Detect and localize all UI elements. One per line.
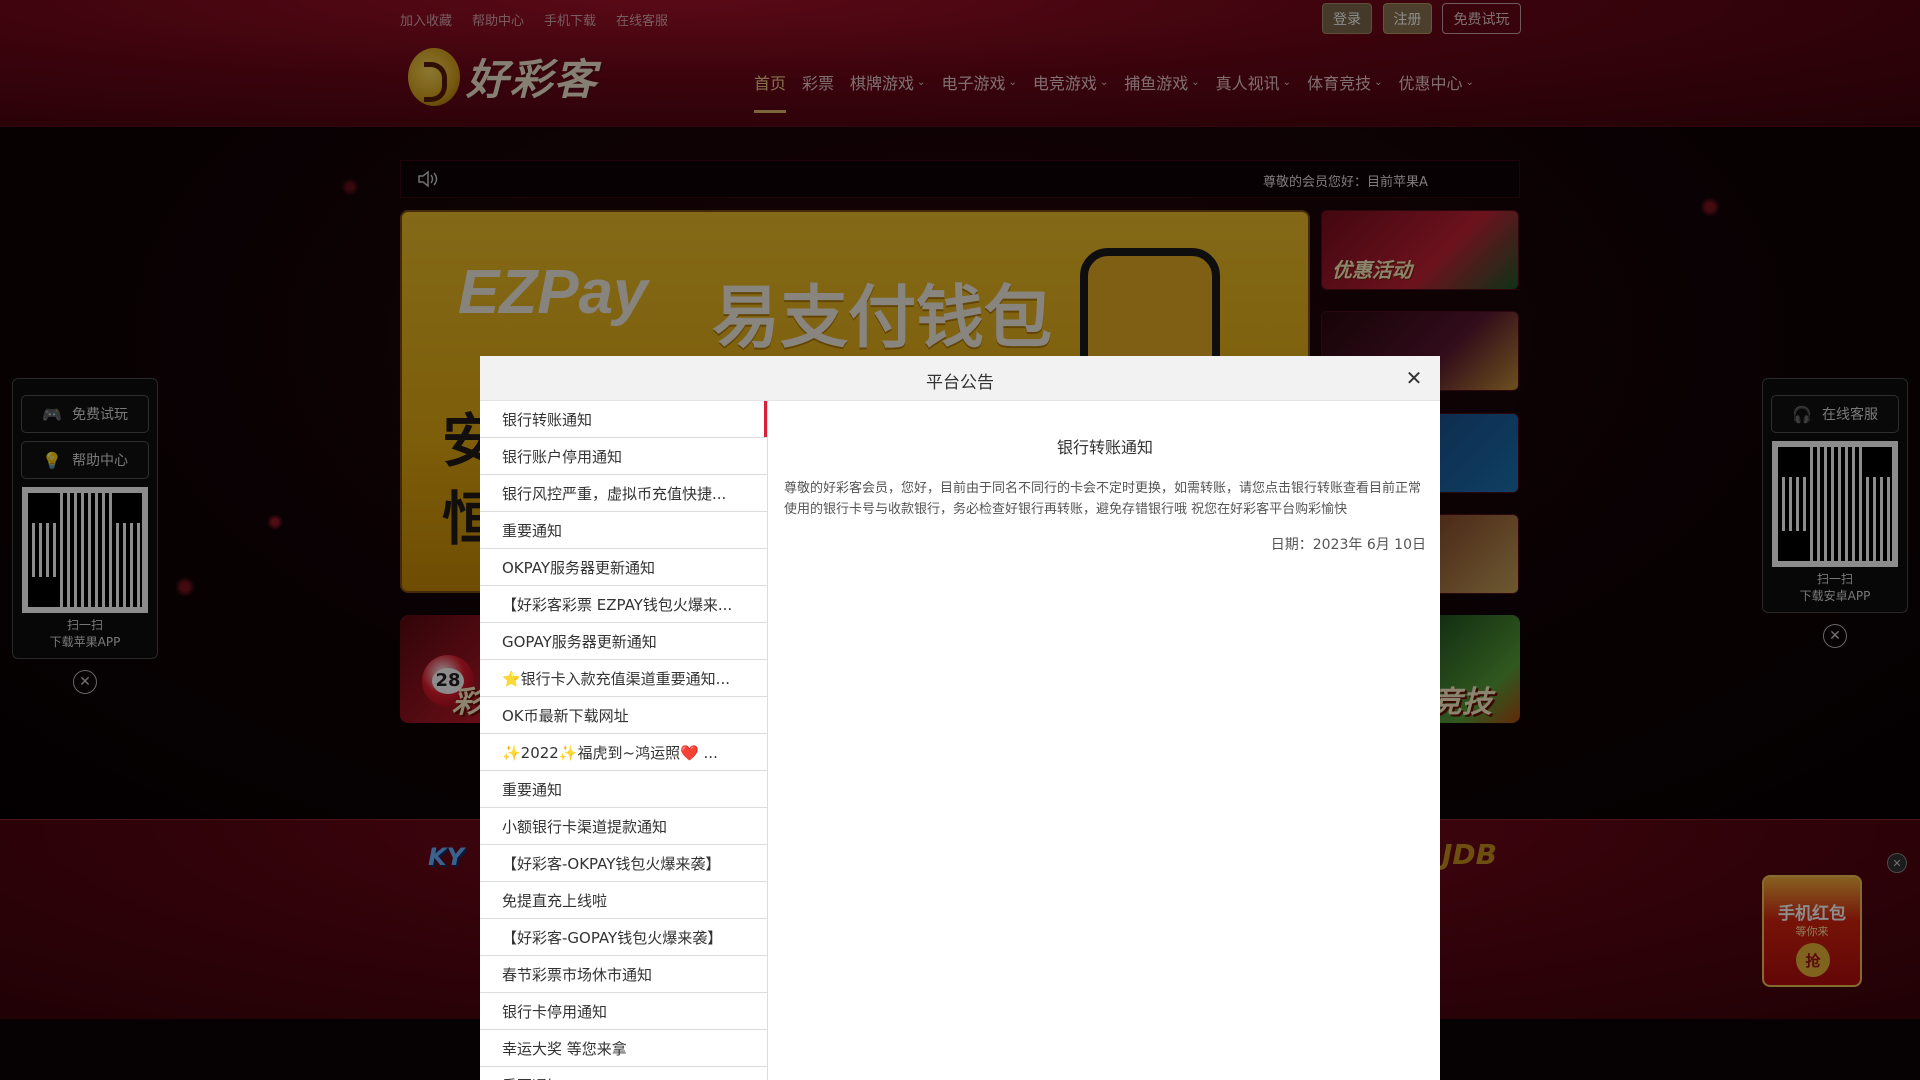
notice-list-item[interactable]: 银行转账通知: [480, 401, 767, 438]
modal-title: 平台公告: [926, 373, 994, 393]
notice-list: 银行转账通知 银行账户停用通知 银行风控严重，虚拟币充值快捷... 重要通知 OKPAY…: [480, 401, 768, 1080]
notice-list-item[interactable]: 重要通知: [480, 1067, 767, 1080]
notice-list-item[interactable]: 春节彩票市场休市通知: [480, 956, 767, 993]
notice-list-item[interactable]: 银行风控严重，虚拟币充值快捷...: [480, 475, 767, 512]
notice-list-item[interactable]: 幸运大奖 等您来拿: [480, 1030, 767, 1067]
notice-list-item[interactable]: OK币最新下载网址: [480, 697, 767, 734]
notice-list-item[interactable]: 免提直充上线啦: [480, 882, 767, 919]
notice-list-item[interactable]: OKPAY服务器更新通知: [480, 549, 767, 586]
notice-list-item[interactable]: 【好彩客-GOPAY钱包火爆来袭】: [480, 919, 767, 956]
notice-list-item[interactable]: GOPAY服务器更新通知: [480, 623, 767, 660]
notice-list-item[interactable]: 银行卡停用通知: [480, 993, 767, 1030]
close-icon[interactable]: ✕: [1404, 368, 1424, 388]
notice-body: 尊敬的好彩客会员，您好，目前由于同名不同行的卡会不定时更换，如需转账，请您点击银…: [784, 481, 1422, 517]
notice-list-item[interactable]: 重要通知: [480, 771, 767, 808]
notice-title: 银行转账通知: [1056, 438, 1153, 457]
notice-list-item[interactable]: ✨2022✨福虎到~鸿运照❤️ ...: [480, 734, 767, 771]
notice-list-item[interactable]: ⭐银行卡入款充值渠道重要通知...: [480, 660, 767, 697]
notice-content: 银行转账通知 尊敬的好彩客会员，您好，目前由于同名不同行的卡会不定时更换，如需转…: [784, 401, 1426, 554]
notice-list-item[interactable]: 【好彩客-OKPAY钱包火爆来袭】: [480, 845, 767, 882]
modal-header: 平台公告 ✕: [480, 356, 1440, 401]
notice-list-item[interactable]: 重要通知: [480, 512, 767, 549]
notice-date: 日期：2023年 6月 10日: [1270, 537, 1426, 553]
notice-list-item[interactable]: 小额银行卡渠道提款通知: [480, 808, 767, 845]
notice-list-item[interactable]: 银行账户停用通知: [480, 438, 767, 475]
notice-list-item[interactable]: 【好彩客彩票 EZPAY钱包火爆来...: [480, 586, 767, 623]
announcement-modal: 平台公告 ✕ 银行转账通知 银行账户停用通知 银行风控严重，虚拟币充值快捷... 重要…: [480, 356, 1440, 1080]
